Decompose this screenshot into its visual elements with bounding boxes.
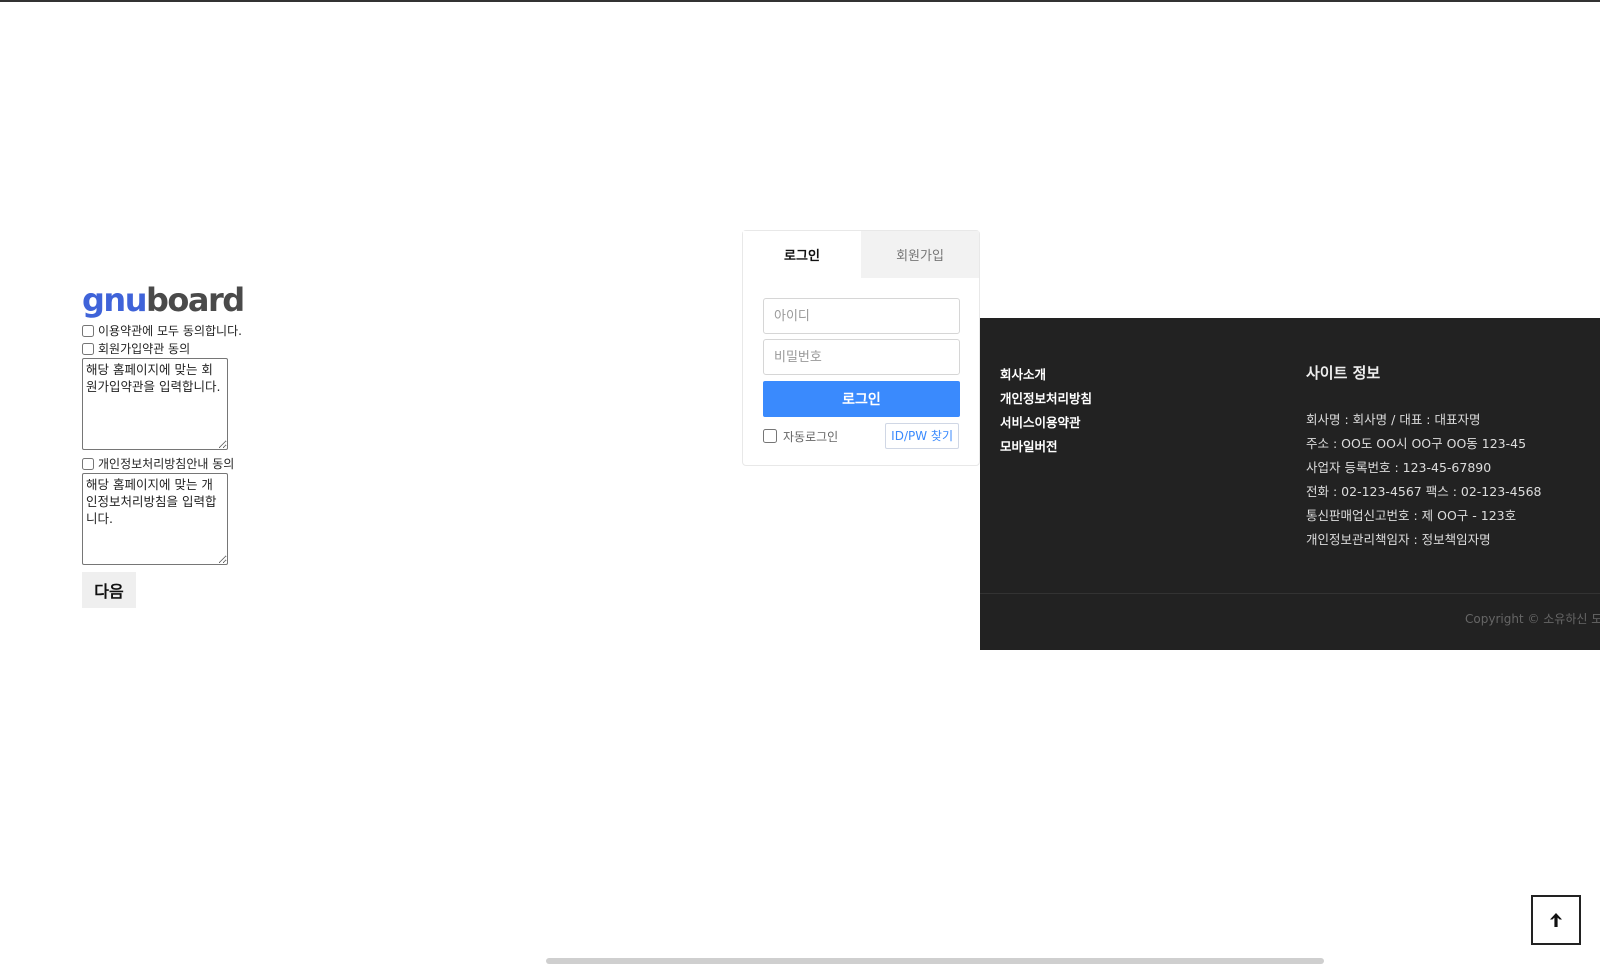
site-info-title: 사이트 정보 [1306, 364, 1381, 382]
horizontal-scrollbar[interactable] [546, 958, 1324, 964]
agree-all-row: 이용약관에 모두 동의합니다. [82, 322, 282, 340]
agree-all-label: 이용약관에 모두 동의합니다. [98, 324, 242, 338]
password-input[interactable] [763, 339, 960, 375]
footer-link-privacy[interactable]: 개인정보처리방침 [1000, 391, 1092, 406]
footer-link-about[interactable]: 회사소개 [1000, 367, 1046, 382]
arrow-up-icon [1550, 913, 1562, 927]
site-info-privacy-officer: 개인정보관리책임자 : 정보책임자명 [1306, 532, 1491, 547]
login-box: 로그인 회원가입 로그인 자동로그인 ID/PW 찾기 [742, 230, 980, 466]
site-info-company: 회사명 : 회사명 / 대표 : 대표자명 [1306, 412, 1481, 427]
copyright-text: Copyright © 소유하신 도메 [1465, 612, 1600, 626]
auto-login-checkbox[interactable] [763, 429, 777, 443]
gnuboard-logo[interactable]: gnuboard [82, 282, 245, 318]
footer-divider [980, 593, 1600, 594]
login-tabs: 로그인 회원가입 [743, 231, 979, 278]
site-info-ecommerce-number: 통신판매업신고번호 : 제 OO구 - 123호 [1306, 508, 1517, 523]
register-form: gnuboard 이용약관에 모두 동의합니다. 회원가입약관 동의 개인정보처… [82, 282, 282, 608]
tab-register[interactable]: 회원가입 [861, 231, 979, 278]
membership-terms-label: 회원가입약관 동의 [98, 342, 191, 356]
tab-login[interactable]: 로그인 [743, 231, 861, 278]
footer-link-mobile[interactable]: 모바일버전 [1000, 439, 1058, 454]
login-form: 로그인 자동로그인 ID/PW 찾기 [743, 278, 979, 449]
privacy-policy-textarea[interactable] [82, 473, 228, 565]
auto-login-label: 자동로그인 [783, 429, 839, 444]
site-info-phone: 전화 : 02-123-4567 팩스 : 02-123-4568 [1306, 484, 1542, 499]
auto-login-row: 자동로그인 [763, 428, 838, 445]
login-options: 자동로그인 ID/PW 찾기 [763, 423, 959, 449]
privacy-policy-checkbox[interactable] [82, 458, 94, 470]
next-button[interactable]: 다음 [82, 572, 136, 608]
agree-all-checkbox[interactable] [82, 325, 94, 337]
site-info: 사이트 정보 회사명 : 회사명 / 대표 : 대표자명 주소 : OO도 OO… [1306, 360, 1596, 552]
footer-link-terms[interactable]: 서비스이용약관 [1000, 415, 1081, 430]
top-border [0, 0, 1600, 2]
membership-terms-textarea[interactable] [82, 358, 228, 450]
privacy-policy-label: 개인정보처리방침안내 동의 [98, 457, 235, 471]
site-footer: 회사소개 개인정보처리방침 서비스이용약관 모바일버전 사이트 정보 회사명 :… [980, 318, 1600, 650]
login-button[interactable]: 로그인 [763, 381, 960, 417]
find-id-pw-link[interactable]: ID/PW 찾기 [885, 423, 959, 449]
site-info-address: 주소 : OO도 OO시 OO구 OO동 123-45 [1306, 436, 1527, 451]
privacy-policy-row: 개인정보처리방침안내 동의 [82, 455, 282, 473]
membership-terms-checkbox[interactable] [82, 343, 94, 355]
id-input[interactable] [763, 298, 960, 334]
scroll-to-top-button[interactable] [1531, 895, 1581, 945]
site-info-business-number: 사업자 등록번호 : 123-45-67890 [1306, 460, 1492, 475]
membership-terms-row: 회원가입약관 동의 [82, 340, 282, 358]
footer-links: 회사소개 개인정보처리방침 서비스이용약관 모바일버전 [1000, 362, 1092, 458]
